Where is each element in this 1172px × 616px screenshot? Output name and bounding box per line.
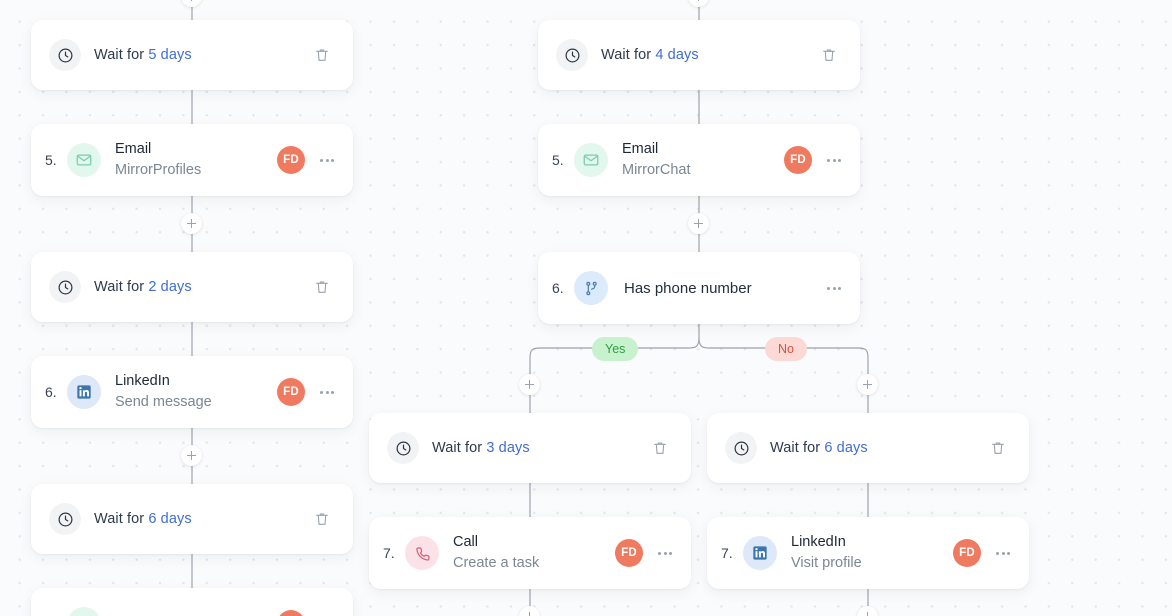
step-number: 6.: [45, 384, 57, 400]
clock-icon: [49, 39, 81, 71]
add-step-button[interactable]: [181, 445, 202, 466]
step-subtitle: Visit profile: [791, 555, 862, 571]
more-options-icon[interactable]: [824, 150, 844, 170]
more-options-icon[interactable]: [824, 278, 844, 298]
wait-card-left-2-days[interactable]: Wait for 2 days: [31, 252, 353, 322]
step-title: LinkedIn: [115, 373, 170, 390]
step-subtitle: Send message: [115, 394, 212, 410]
more-options-icon[interactable]: [317, 382, 337, 402]
step-number: 6.: [552, 280, 564, 296]
wait-label: Wait for 6 days: [94, 511, 192, 527]
add-step-button-no-bottom[interactable]: [857, 606, 878, 616]
step-subtitle: MirrorProfiles: [115, 162, 202, 178]
branch-label-yes: Yes: [592, 337, 639, 361]
clock-icon: [49, 271, 81, 303]
condition-card-has-phone-number[interactable]: 6. Has phone number: [538, 252, 860, 324]
trash-icon[interactable]: [987, 437, 1009, 459]
step-card-linkedin-visit-profile[interactable]: 7. LinkedIn Visit profile FD: [707, 517, 1029, 589]
branch-label-no: No: [765, 337, 807, 361]
avatar[interactable]: FD: [615, 539, 643, 567]
step-number: 5.: [552, 152, 564, 168]
clock-icon: [556, 39, 588, 71]
email-icon: [574, 143, 608, 177]
step-title: LinkedIn: [791, 534, 846, 551]
wait-duration: 6 days: [148, 511, 192, 527]
clock-icon: [725, 432, 757, 464]
linkedin-icon: [743, 536, 777, 570]
linkedin-icon: [67, 375, 101, 409]
trash-icon[interactable]: [818, 44, 840, 66]
wait-card-left-5-days[interactable]: Wait for 5 days: [31, 20, 353, 90]
step-number: 5.: [45, 152, 57, 168]
clock-icon: [49, 503, 81, 535]
avatar[interactable]: FD: [277, 610, 305, 616]
add-step-button-top-left[interactable]: [181, 0, 202, 7]
more-options-icon[interactable]: [993, 543, 1013, 563]
trash-icon[interactable]: [311, 44, 333, 66]
add-step-button-top-right[interactable]: [688, 0, 709, 7]
wait-duration: 3 days: [486, 440, 530, 456]
step-card-call-create-task[interactable]: 7. Call Create a task FD: [369, 517, 691, 589]
step-number: 7.: [721, 545, 733, 561]
wait-label: Wait for 3 days: [432, 440, 530, 456]
step-card-email-partial[interactable]: Email FD: [31, 588, 353, 616]
email-icon: [67, 143, 101, 177]
add-step-button-no[interactable]: [857, 374, 878, 395]
clock-icon: [387, 432, 419, 464]
wait-duration: 6 days: [824, 440, 868, 456]
step-card-email-mirrorprofiles[interactable]: 5. Email MirrorProfiles FD: [31, 124, 353, 196]
wait-card-right-4-days[interactable]: Wait for 4 days: [538, 20, 860, 90]
wait-label: Wait for 2 days: [94, 279, 192, 295]
step-card-linkedin-send-message[interactable]: 6. LinkedIn Send message FD: [31, 356, 353, 428]
wait-label: Wait for 6 days: [770, 440, 868, 456]
trash-icon[interactable]: [311, 508, 333, 530]
more-options-icon[interactable]: [655, 543, 675, 563]
wait-card-left-6-days[interactable]: Wait for 6 days: [31, 484, 353, 554]
add-step-button[interactable]: [181, 213, 202, 234]
wait-card-yes-3-days[interactable]: Wait for 3 days: [369, 413, 691, 483]
wait-duration: 4 days: [655, 47, 699, 63]
step-subtitle: MirrorChat: [622, 162, 691, 178]
add-step-button-yes[interactable]: [519, 374, 540, 395]
step-subtitle: Create a task: [453, 555, 540, 571]
add-step-button[interactable]: [688, 213, 709, 234]
wait-card-no-6-days[interactable]: Wait for 6 days: [707, 413, 1029, 483]
avatar[interactable]: FD: [953, 539, 981, 567]
step-title: Email: [115, 141, 152, 158]
condition-title: Has phone number: [624, 279, 752, 297]
avatar[interactable]: FD: [784, 146, 812, 174]
wait-label: Wait for 4 days: [601, 47, 699, 63]
wait-duration: 2 days: [148, 279, 192, 295]
avatar[interactable]: FD: [277, 146, 305, 174]
phone-icon: [405, 536, 439, 570]
wait-label: Wait for 5 days: [94, 47, 192, 63]
avatar[interactable]: FD: [277, 378, 305, 406]
trash-icon[interactable]: [311, 276, 333, 298]
step-number: 7.: [383, 545, 395, 561]
trash-icon[interactable]: [649, 437, 671, 459]
step-title: Email: [622, 141, 659, 158]
step-title: Call: [453, 534, 478, 551]
branch-icon: [574, 271, 608, 305]
flow-canvas[interactable]: Wait for 5 days 5. Email MirrorProfiles …: [0, 0, 1172, 616]
step-card-email-mirrorchat[interactable]: 5. Email MirrorChat FD: [538, 124, 860, 196]
wait-duration: 5 days: [148, 47, 192, 63]
email-icon: [67, 607, 101, 616]
add-step-button-yes-bottom[interactable]: [519, 606, 540, 616]
more-options-icon[interactable]: [317, 150, 337, 170]
